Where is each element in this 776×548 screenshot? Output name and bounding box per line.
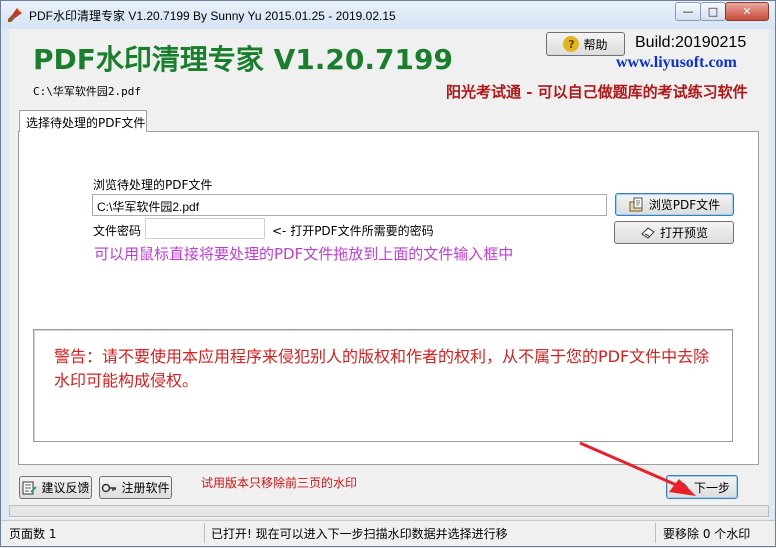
minimize-button[interactable]: — bbox=[675, 2, 701, 21]
build-number: Build:20190215 bbox=[635, 34, 747, 51]
close-button[interactable]: ✕ bbox=[725, 2, 769, 21]
brush-icon bbox=[8, 8, 22, 22]
feedback-button[interactable]: 建议反馈 bbox=[19, 476, 92, 499]
folder-document-icon bbox=[629, 197, 643, 211]
question-icon: ? bbox=[563, 36, 580, 52]
password-hint: <- 打开PDF文件所需要的密码 bbox=[272, 224, 434, 238]
open-preview-button[interactable]: 打开预览 bbox=[614, 221, 734, 244]
status-bar: 页面数 1 已打开! 现在可以进入下一步扫描水印数据并选择进行移 要移除 0 个… bbox=[1, 520, 775, 546]
drag-drop-hint: 可以用鼠标直接将要处理的PDF文件拖放到上面的文件输入框中 bbox=[94, 245, 514, 263]
browse-pdf-button[interactable]: 浏览PDF文件 bbox=[615, 193, 734, 216]
maximize-icon: □ bbox=[707, 5, 719, 18]
help-button[interactable]: ? 帮助 bbox=[546, 32, 625, 56]
minimize-icon: — bbox=[682, 5, 694, 18]
arrow-right-icon bbox=[675, 482, 688, 492]
maximize-button[interactable]: □ bbox=[700, 2, 726, 21]
status-separator bbox=[655, 523, 656, 543]
tab-panel: 浏览待处理的PDF文件 C:\华军软件园2.pdf 文件密码 <- 打开PDF文… bbox=[18, 131, 759, 465]
window-controls: — □ ✕ bbox=[675, 2, 769, 22]
key-icon bbox=[102, 483, 117, 492]
next-step-label: 下一步 bbox=[693, 480, 730, 495]
status-watermark-count: 要移除 0 个水印 bbox=[663, 527, 751, 541]
next-step-button[interactable]: 下一步 bbox=[666, 475, 738, 499]
browse-pdf-label: 浏览PDF文件 bbox=[648, 198, 721, 212]
warning-box: 警告：请不要使用本应用程序来侵犯别人的版权和作者的权利，从不属于您的PDF文件中… bbox=[33, 329, 733, 442]
password-label: 文件密码 bbox=[93, 224, 142, 238]
tab-select-pdf[interactable]: 选择待处理的PDF文件 bbox=[19, 110, 147, 132]
warning-text: 警告：请不要使用本应用程序来侵犯别人的版权和作者的权利，从不属于您的PDF文件中… bbox=[54, 347, 710, 390]
progress-bar bbox=[9, 505, 769, 517]
edit-note-icon bbox=[22, 481, 38, 494]
window-title: PDF水印清理专家 V1.20.7199 By Sunny Yu 2015.01… bbox=[29, 9, 396, 23]
status-page-count: 页面数 1 bbox=[9, 527, 57, 541]
feedback-label: 建议反馈 bbox=[41, 481, 90, 495]
register-label: 注册软件 bbox=[121, 481, 170, 495]
file-path-input[interactable]: C:\华军软件园2.pdf bbox=[92, 194, 607, 216]
open-preview-label: 打开预览 bbox=[659, 226, 708, 240]
trial-note: 试用版本只移除前三页的水印 bbox=[201, 476, 358, 490]
app-title: PDF水印清理专家 V1.20.7199 bbox=[33, 43, 453, 76]
current-file-path: C:\华军软件园2.pdf bbox=[33, 85, 141, 98]
website-link[interactable]: www.liyusoft.com bbox=[616, 54, 737, 72]
title-bar[interactable]: PDF水印清理专家 V1.20.7199 By Sunny Yu 2015.01… bbox=[1, 1, 775, 29]
status-message: 已打开! 现在可以进入下一步扫描水印数据并选择进行移 bbox=[211, 527, 508, 541]
close-icon: ✕ bbox=[742, 5, 752, 18]
preview-icon bbox=[641, 226, 655, 239]
password-input[interactable] bbox=[145, 218, 265, 239]
tab-label: 选择待处理的PDF文件 bbox=[26, 116, 146, 130]
register-button[interactable]: 注册软件 bbox=[99, 476, 172, 499]
promo-slogan[interactable]: 阳光考试通 - 可以自己做题库的考试练习软件 bbox=[446, 81, 748, 102]
client-area: PDF水印清理专家 V1.20.7199 ? 帮助 Build:20190215… bbox=[9, 29, 769, 519]
status-separator bbox=[204, 523, 205, 543]
app-window: PDF水印清理专家 V1.20.7199 By Sunny Yu 2015.01… bbox=[0, 0, 776, 547]
help-label: 帮助 bbox=[583, 37, 608, 52]
browse-label: 浏览待处理的PDF文件 bbox=[93, 178, 213, 192]
